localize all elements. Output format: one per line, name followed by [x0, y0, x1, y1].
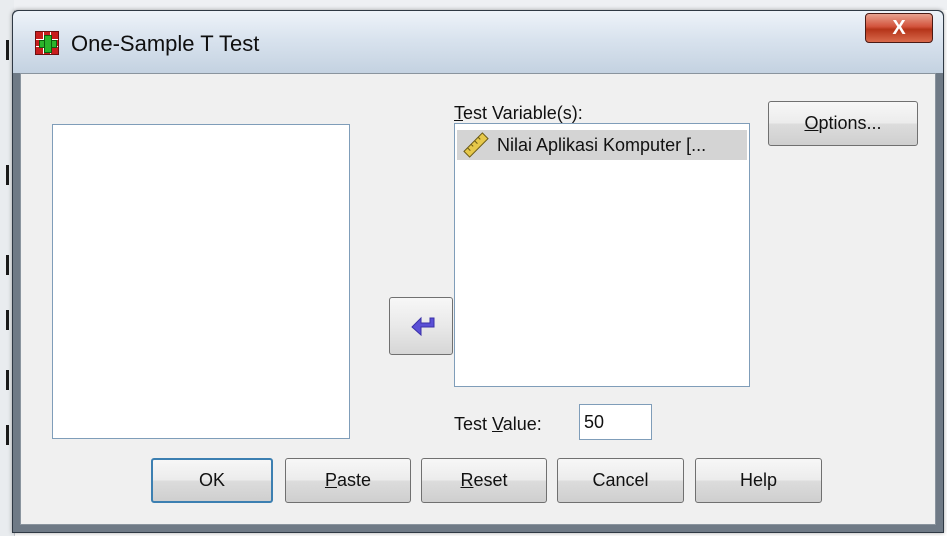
window-title: One-Sample T Test: [71, 31, 260, 56]
title-bar[interactable]: One-Sample T Test X: [13, 11, 943, 73]
background-app-top: [14, 0, 947, 10]
dialog-body: Test Variable(s): Nilai Aplikasi Kompute…: [20, 73, 936, 525]
one-sample-t-test-dialog: One-Sample T Test X Test Variable(s): Ni…: [12, 10, 944, 533]
background-marker: [6, 310, 9, 330]
help-button[interactable]: Help: [695, 458, 822, 503]
background-marker: [6, 425, 9, 445]
close-button[interactable]: X: [865, 13, 933, 43]
spss-app-icon: [35, 31, 59, 55]
test-variables-list[interactable]: Nilai Aplikasi Komputer [...: [454, 123, 750, 387]
test-variables-label: Test Variable(s):: [454, 103, 583, 123]
paste-button[interactable]: Paste: [285, 458, 411, 503]
ok-button[interactable]: OK: [151, 458, 273, 503]
move-variable-button[interactable]: [389, 297, 453, 355]
source-variable-list[interactable]: [52, 124, 350, 439]
background-marker: [6, 40, 9, 60]
options-button[interactable]: Options...: [768, 101, 918, 146]
background-marker: [6, 165, 9, 185]
background-marker: [6, 370, 9, 390]
background-marker: [6, 255, 9, 275]
test-value-label: Test Value:: [454, 414, 542, 434]
reset-button[interactable]: Reset: [421, 458, 547, 503]
list-item[interactable]: Nilai Aplikasi Komputer [...: [457, 130, 747, 160]
test-variable-label: Nilai Aplikasi Komputer [...: [497, 135, 707, 155]
cancel-button[interactable]: Cancel: [557, 458, 684, 503]
ruler-scale-icon: [463, 132, 489, 158]
test-value-input[interactable]: 50: [579, 404, 652, 440]
arrow-left-icon: [411, 316, 435, 337]
